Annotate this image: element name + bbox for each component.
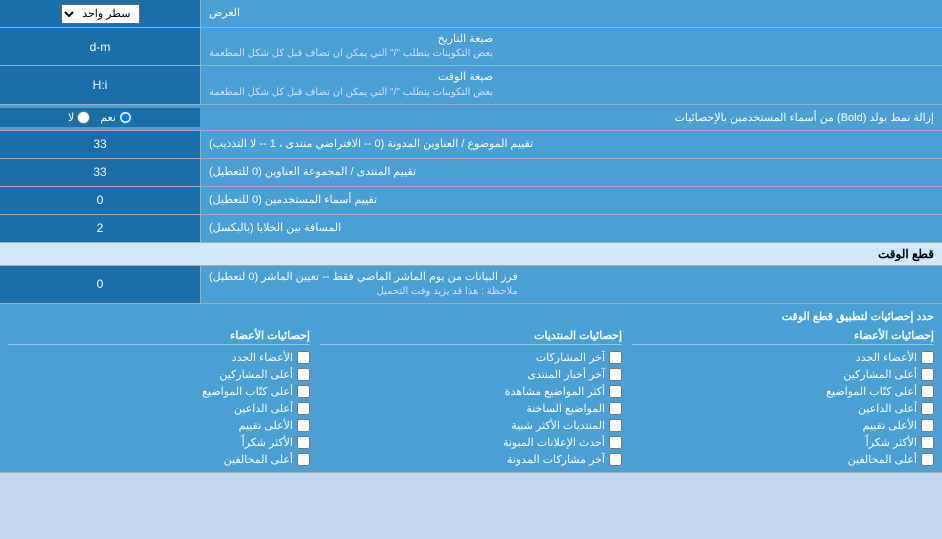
cell-spacing-input[interactable] bbox=[6, 221, 194, 235]
bold-no-label[interactable]: لا bbox=[68, 111, 90, 124]
forum-sort-input[interactable] bbox=[6, 165, 194, 179]
display-row: العرض سطر واحد bbox=[0, 0, 942, 28]
time-cutoff-label: فرز البيانات من يوم الماشر الماضي فقط --… bbox=[200, 266, 942, 303]
cb-col1-item2[interactable]: أعلى المشاركين bbox=[8, 368, 310, 381]
bold-yes-label[interactable]: نعم bbox=[100, 111, 132, 124]
cb-col1-item7[interactable]: أعلى المخالفين bbox=[8, 453, 310, 466]
time-format-input[interactable] bbox=[6, 78, 194, 92]
cell-spacing-row: المسافة بين الخلايا (بالبكسل) bbox=[0, 215, 942, 243]
col1-header: إحصائيات الأعضاء bbox=[8, 329, 310, 345]
display-label: العرض bbox=[200, 0, 942, 27]
forum-sort-input-cell bbox=[0, 159, 200, 186]
subject-sort-row: تقييم الموضوع / العناوين المدونة (0 -- ا… bbox=[0, 131, 942, 159]
time-cutoff-header: قطع الوقت bbox=[0, 243, 942, 266]
cb-col2-item7[interactable]: آخر مشاركات المدونة bbox=[320, 453, 622, 466]
bold-remove-label: إزالة نمط بولد (Bold) من أسماء المستخدمي… bbox=[200, 108, 942, 127]
cb-col1-item5[interactable]: الأعلى تقييم bbox=[8, 419, 310, 432]
subject-sort-input-cell bbox=[0, 131, 200, 158]
cb-col1-item1[interactable]: الأعضاء الجدد bbox=[8, 351, 310, 364]
date-format-row: صيغة التاريخ بعض التكوينات يتطلب "/" الت… bbox=[0, 28, 942, 66]
time-format-input-cell bbox=[0, 66, 200, 103]
cb-col3-item7[interactable]: أعلى المخالفين bbox=[632, 453, 934, 466]
cb-col3-item3[interactable]: أعلى كتّاب المواضيع bbox=[632, 385, 934, 398]
checkboxes-section: حدد إحصائيات لتطبيق قطع الوقت إحصائيات ا… bbox=[0, 304, 942, 473]
col3-header: إحصائيات الأعضاء bbox=[632, 329, 934, 345]
users-sort-input[interactable] bbox=[6, 193, 194, 207]
users-sort-input-cell bbox=[0, 187, 200, 214]
cb-col3-item4[interactable]: أعلى الداعين bbox=[632, 402, 934, 415]
cb-col2-item6[interactable]: أحدث الإعلانات المبونة bbox=[320, 436, 622, 449]
date-format-input[interactable] bbox=[6, 40, 194, 54]
cb-col1-item6[interactable]: الأكثر شكراً bbox=[8, 436, 310, 449]
time-cutoff-input[interactable] bbox=[6, 277, 194, 291]
checkbox-col-2: إحصائيات المنتديات آخر المشاركات آخر أخب… bbox=[320, 329, 622, 466]
checkboxes-title: حدد إحصائيات لتطبيق قطع الوقت bbox=[8, 310, 934, 323]
time-cutoff-input-cell bbox=[0, 266, 200, 303]
cb-col2-item1[interactable]: آخر المشاركات bbox=[320, 351, 622, 364]
cell-spacing-input-cell bbox=[0, 215, 200, 242]
cell-spacing-label: المسافة بين الخلايا (بالبكسل) bbox=[200, 215, 942, 242]
date-format-input-cell bbox=[0, 28, 200, 65]
cb-col3-item2[interactable]: أعلى المشاركين bbox=[632, 368, 934, 381]
bold-no-radio[interactable] bbox=[77, 111, 90, 124]
display-input-cell: سطر واحد bbox=[0, 0, 200, 27]
forum-sort-label: تقييم المنتدى / المجموعة العناوين (0 للت… bbox=[200, 159, 942, 186]
cb-col2-item2[interactable]: آخر أخبار المنتدى bbox=[320, 368, 622, 381]
bold-remove-input-cell: نعم لا bbox=[0, 108, 200, 127]
forum-sort-row: تقييم المنتدى / المجموعة العناوين (0 للت… bbox=[0, 159, 942, 187]
cb-col3-item6[interactable]: الأكثر شكراً bbox=[632, 436, 934, 449]
cb-col3-item5[interactable]: الأعلى تقييم bbox=[632, 419, 934, 432]
time-format-row: صيغة الوقت بعض التكوينات يتطلب "/" التي … bbox=[0, 66, 942, 104]
subject-sort-label: تقييم الموضوع / العناوين المدونة (0 -- ا… bbox=[200, 131, 942, 158]
time-format-label: صيغة الوقت بعض التكوينات يتطلب "/" التي … bbox=[200, 66, 942, 103]
display-dropdown[interactable]: سطر واحد bbox=[61, 4, 140, 24]
bold-yes-radio[interactable] bbox=[119, 111, 132, 124]
col2-header: إحصائيات المنتديات bbox=[320, 329, 622, 345]
cb-col2-item4[interactable]: المواضيع الساخنة bbox=[320, 402, 622, 415]
users-sort-label: تقييم أسماء المستخدمين (0 للتعطيل) bbox=[200, 187, 942, 214]
subject-sort-input[interactable] bbox=[6, 137, 194, 151]
date-format-label: صيغة التاريخ بعض التكوينات يتطلب "/" الت… bbox=[200, 28, 942, 65]
main-container: العرض سطر واحد صيغة التاريخ بعض التكوينا… bbox=[0, 0, 942, 473]
cb-col2-item5[interactable]: المنتديات الأكثر شبية bbox=[320, 419, 622, 432]
cb-col1-item4[interactable]: أعلى الداعين bbox=[8, 402, 310, 415]
cb-col2-item3[interactable]: أكثر المواضيع مشاهدة bbox=[320, 385, 622, 398]
checkbox-col-3: إحصائيات الأعضاء الأعضاء الجدد أعلى المش… bbox=[632, 329, 934, 466]
cb-col1-item3[interactable]: أعلى كتّاب المواضيع bbox=[8, 385, 310, 398]
time-cutoff-row: فرز البيانات من يوم الماشر الماضي فقط --… bbox=[0, 266, 942, 304]
users-sort-row: تقييم أسماء المستخدمين (0 للتعطيل) bbox=[0, 187, 942, 215]
cb-col3-item1[interactable]: الأعضاء الجدد bbox=[632, 351, 934, 364]
checkbox-col-1: إحصائيات الأعضاء الأعضاء الجدد أعلى المش… bbox=[8, 329, 310, 466]
bold-remove-row: إزالة نمط بولد (Bold) من أسماء المستخدمي… bbox=[0, 105, 942, 131]
checkboxes-grid: إحصائيات الأعضاء الأعضاء الجدد أعلى المش… bbox=[8, 329, 934, 466]
